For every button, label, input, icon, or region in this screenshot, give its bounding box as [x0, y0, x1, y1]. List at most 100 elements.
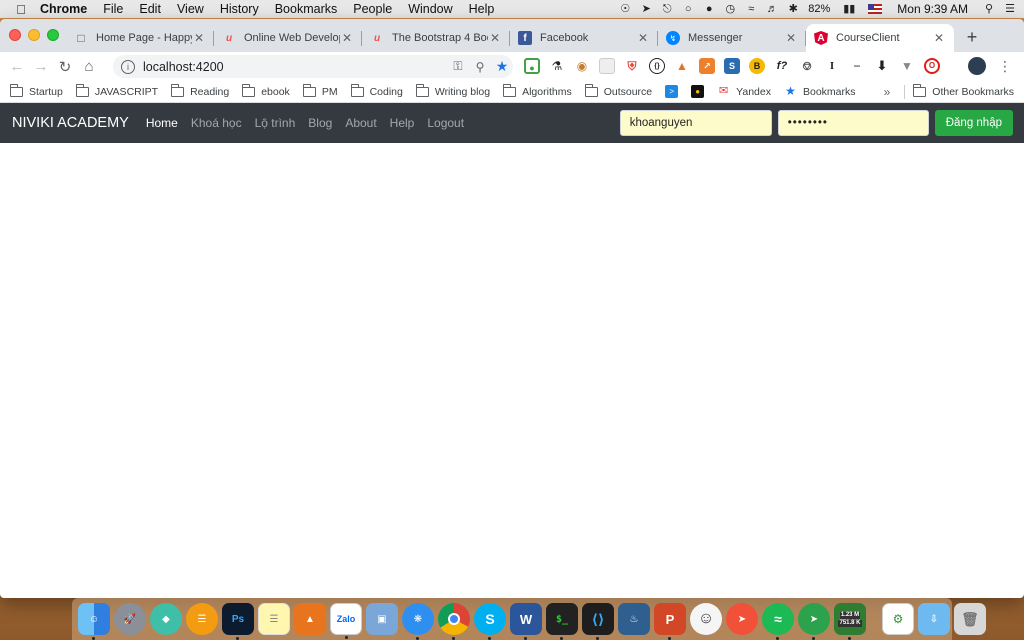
menu-people[interactable]: People	[353, 2, 392, 16]
tab-home-page[interactable]: □ Home Page - Happy ✕	[66, 24, 214, 52]
spotify-icon[interactable]: ≈	[762, 603, 794, 640]
menu-edit[interactable]: Edit	[139, 2, 161, 16]
new-tab-button[interactable]: +	[962, 27, 982, 48]
fullscreen-window-button[interactable]	[47, 29, 59, 41]
chrome-menu-icon[interactable]: ⋮	[998, 58, 1012, 75]
login-button[interactable]: Đăng nhập	[934, 110, 1013, 136]
us-flag-icon[interactable]	[868, 4, 883, 14]
swift-icon[interactable]: ➤	[726, 603, 758, 635]
zalo-icon[interactable]: Zalo	[330, 603, 362, 639]
ext-s-icon[interactable]: S	[724, 58, 740, 74]
tab-facebook[interactable]: f Facebook ✕	[510, 24, 658, 52]
bookmark-star-icon[interactable]: ★	[491, 58, 513, 75]
vscode-icon[interactable]: ⟨⟩	[582, 603, 614, 640]
menu-view[interactable]: View	[177, 2, 204, 16]
ext-node-icon[interactable]: ●	[524, 58, 540, 74]
ext-react-icon[interactable]: ⚗	[549, 58, 565, 74]
tab-messenger[interactable]: ↯ Messenger ✕	[658, 24, 806, 52]
close-tab-icon[interactable]: ✕	[932, 31, 946, 45]
nav-courses[interactable]: Khoá học	[191, 116, 242, 130]
nav-logout[interactable]: Logout	[427, 116, 464, 130]
zoom-icon[interactable]: ⚲	[469, 60, 491, 74]
torrent-monitor-icon[interactable]: 1.23 M 751.8 K	[834, 603, 866, 640]
skype-icon[interactable]: S	[474, 603, 506, 640]
powerpoint-icon[interactable]: P	[654, 603, 686, 640]
ext-grid-icon[interactable]	[599, 58, 615, 74]
menu-history[interactable]: History	[220, 2, 259, 16]
ext-download-icon[interactable]: ⬇	[874, 58, 890, 74]
bookmark-reading[interactable]: Reading	[171, 83, 229, 98]
creative-cloud-icon[interactable]: ☉	[619, 3, 631, 15]
bookmark-algorithms[interactable]: Algorithms	[503, 83, 572, 98]
bookmark-outsource[interactable]: Outsource	[584, 83, 652, 98]
torrent-file-icon[interactable]: ⚙	[882, 603, 914, 635]
bookmark-ebook[interactable]: ebook	[242, 83, 290, 98]
bookmark-yandex[interactable]: ✉ Yandex	[717, 85, 771, 98]
ext-i-icon[interactable]: I	[824, 58, 840, 74]
notes-icon[interactable]: ☰	[258, 603, 290, 635]
ext-b-icon[interactable]: B	[749, 58, 765, 74]
nav-blog[interactable]: Blog	[308, 116, 332, 130]
minimize-window-button[interactable]	[28, 29, 40, 41]
profile-avatar[interactable]	[968, 57, 986, 75]
reload-button[interactable]: ↻	[53, 58, 77, 76]
menu-file[interactable]: File	[103, 2, 123, 16]
books-icon[interactable]: ☰	[186, 603, 218, 635]
bookmark-startup[interactable]: Startup	[10, 83, 63, 98]
ext-shield-icon[interactable]: ⛨	[624, 58, 640, 74]
nav-roadmap[interactable]: Lộ trình	[255, 116, 296, 130]
preview-icon[interactable]: ▣	[366, 603, 398, 635]
close-tab-icon[interactable]: ✕	[784, 31, 798, 45]
menu-app-chrome[interactable]: Chrome	[40, 2, 87, 16]
battery-icon[interactable]: ▮▮	[839, 3, 859, 15]
site-info-icon[interactable]: i	[121, 59, 135, 74]
ext-cookie-icon[interactable]: ◉	[574, 58, 590, 74]
trash-icon[interactable]: 🗑	[954, 603, 986, 635]
ext-dev-icon[interactable]: {}	[649, 58, 665, 74]
send-icon[interactable]: ➤	[640, 3, 652, 15]
menu-help[interactable]: Help	[469, 2, 495, 16]
safari-icon[interactable]: ❋	[402, 603, 434, 640]
close-tab-icon[interactable]: ✕	[488, 31, 502, 45]
ext-translate-icon[interactable]: ▬	[849, 58, 865, 74]
ext-pin-icon[interactable]: ⎊	[799, 58, 815, 74]
wifi-icon[interactable]: ≈	[745, 3, 757, 15]
apple-icon[interactable]: 	[8, 2, 34, 17]
username-input[interactable]	[619, 110, 772, 136]
back-button[interactable]: ←	[5, 58, 29, 75]
time-machine-icon[interactable]: ◷	[724, 3, 736, 15]
mysql-workbench-icon[interactable]: ♨	[618, 603, 650, 635]
tab-bootstrap-4[interactable]: u The Bootstrap 4 Boo ✕	[362, 24, 510, 52]
nem-wallet-icon[interactable]: ◆	[150, 603, 182, 635]
password-input[interactable]	[777, 110, 929, 136]
close-tab-icon[interactable]: ✕	[340, 31, 354, 45]
address-bar[interactable]: i localhost:4200 ⚿ ⚲ ★	[113, 55, 513, 78]
launchpad-icon[interactable]: 🚀	[114, 603, 146, 635]
ext-font-icon[interactable]: f?	[774, 58, 790, 74]
bookmark-javascript[interactable]: JAVASCRIPT	[75, 83, 158, 98]
menubar-clock[interactable]: Mon 9:39 AM	[897, 2, 968, 16]
paperclip-icon[interactable]: ⎋	[661, 3, 673, 15]
menu-bookmarks[interactable]: Bookmarks	[275, 2, 338, 16]
word-icon[interactable]: W	[510, 603, 542, 640]
bookmark-pm[interactable]: PM	[302, 83, 338, 98]
nav-about[interactable]: About	[345, 116, 376, 130]
emoji-app-icon[interactable]: ☺	[690, 603, 722, 635]
ext-vue-icon[interactable]: ▼	[899, 58, 915, 74]
downloads-folder-icon[interactable]: ⇩	[918, 603, 950, 635]
forward-button[interactable]: →	[29, 58, 53, 75]
bookmark-bookmarks[interactable]: ★ Bookmarks	[784, 85, 856, 98]
close-window-button[interactable]	[9, 29, 21, 41]
notification-center-icon[interactable]: ☰	[1004, 3, 1016, 15]
menu-window[interactable]: Window	[408, 2, 452, 16]
tab-courseclient[interactable]: A CourseClient ✕	[806, 24, 954, 52]
ext-chart-icon[interactable]: ↗	[699, 58, 715, 74]
nav-help[interactable]: Help	[390, 116, 415, 130]
bluetooth-icon[interactable]: ✱	[787, 3, 799, 15]
bookmark-dev-shortcut[interactable]: >	[665, 85, 679, 98]
terminal-icon[interactable]: $_	[546, 603, 578, 640]
telegram-send-icon[interactable]: ➤	[798, 603, 830, 640]
bookmark-dark-shortcut[interactable]: ●	[691, 85, 705, 98]
bookmark-coding[interactable]: Coding	[350, 83, 403, 98]
chevron-right-icon[interactable]: »	[884, 85, 891, 99]
